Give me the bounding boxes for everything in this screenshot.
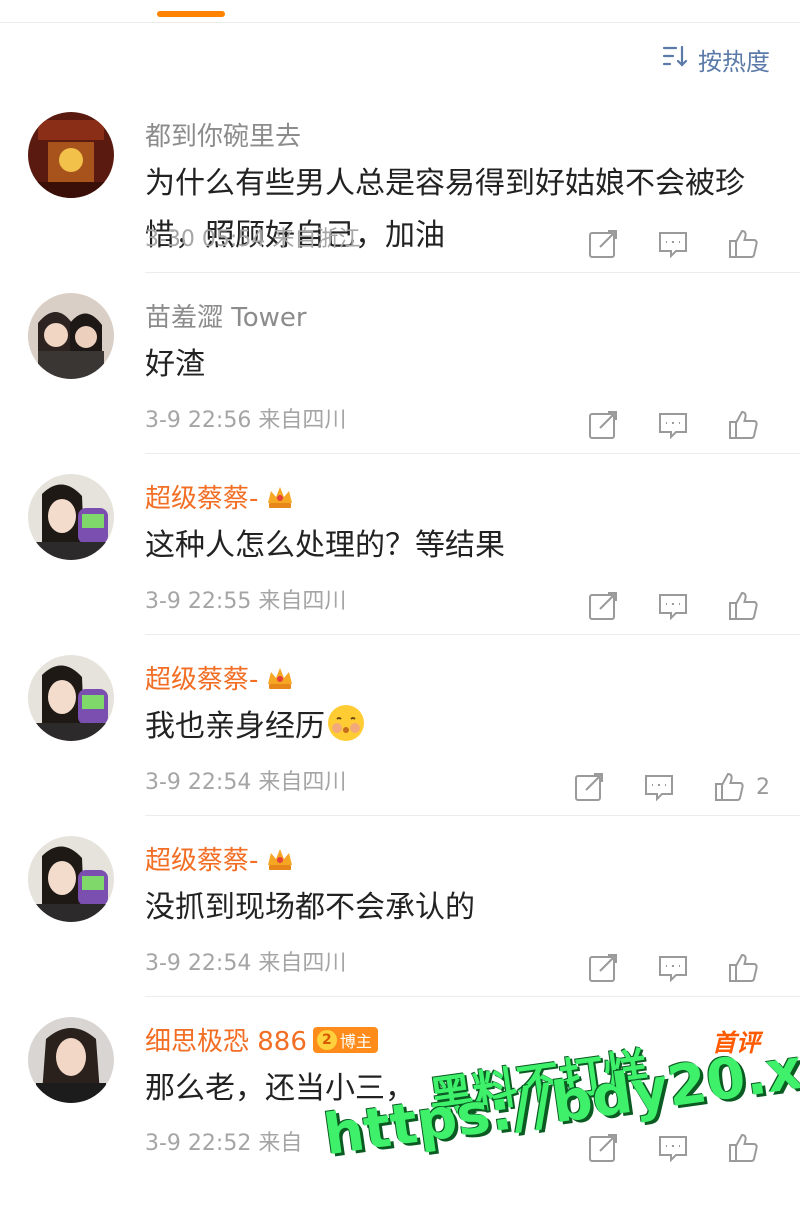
like-button[interactable] bbox=[726, 227, 770, 261]
comment-icon bbox=[656, 589, 690, 623]
comment-meta: 3-9 22:55 来自四川 bbox=[145, 589, 347, 614]
comment-item: 超级蔡蔡- 没抓到现场都不会承认的 3-9 22:54 来自四川 bbox=[0, 816, 800, 997]
reply-button[interactable] bbox=[656, 227, 690, 261]
comment-text: 我也亲身经历 bbox=[145, 701, 785, 753]
share-button[interactable] bbox=[586, 951, 620, 985]
avatar[interactable] bbox=[28, 836, 114, 922]
first-comment-label: 首评 bbox=[712, 1029, 760, 1057]
comment-item: 超级蔡蔡- 我也亲身经历 3-9 22:54 来自四川 2 bbox=[0, 635, 800, 816]
like-count: 2 bbox=[756, 774, 770, 800]
comment-icon bbox=[656, 227, 690, 261]
like-button[interactable] bbox=[726, 408, 770, 442]
reply-button[interactable] bbox=[656, 589, 690, 623]
comment-actions bbox=[586, 227, 770, 261]
comment-text-content: 我也亲身经历 bbox=[145, 709, 325, 744]
username[interactable]: 苗羞澀 Tower bbox=[145, 297, 307, 334]
avatar[interactable] bbox=[28, 474, 114, 560]
like-button[interactable] bbox=[726, 589, 770, 623]
comment-meta: 3-9 22:54 来自四川 bbox=[145, 951, 347, 976]
username[interactable]: 细思极恐 886 2 博主 bbox=[145, 1021, 378, 1058]
username-text[interactable]: 细思极恐 886 bbox=[145, 1021, 307, 1058]
username-text[interactable]: 苗羞澀 Tower bbox=[145, 297, 307, 334]
share-button[interactable] bbox=[586, 227, 620, 261]
reply-button[interactable] bbox=[656, 1131, 690, 1165]
username[interactable]: 都到你碗里去 bbox=[145, 116, 301, 153]
comment-actions bbox=[586, 1131, 770, 1165]
author-badge: 2 博主 bbox=[312, 1026, 378, 1053]
thumbs-up-icon bbox=[726, 951, 760, 985]
username-text[interactable]: 超级蔡蔡- bbox=[145, 840, 258, 877]
vip-crown-icon bbox=[264, 481, 296, 513]
comment-actions bbox=[586, 951, 770, 985]
share-button[interactable] bbox=[572, 770, 606, 804]
like-button[interactable]: 2 bbox=[712, 770, 770, 804]
username[interactable]: 超级蔡蔡- bbox=[145, 478, 296, 515]
share-icon bbox=[586, 589, 620, 623]
comment-icon bbox=[656, 408, 690, 442]
username[interactable]: 超级蔡蔡- bbox=[145, 659, 296, 696]
comment-meta: 3-30 05:54 来自浙江 bbox=[145, 227, 361, 252]
like-button[interactable] bbox=[726, 951, 770, 985]
comment-meta: 3-9 22:52 来自 bbox=[145, 1131, 303, 1156]
share-icon bbox=[586, 951, 620, 985]
thumbs-up-icon bbox=[712, 770, 746, 804]
share-button[interactable] bbox=[586, 589, 620, 623]
reply-button[interactable] bbox=[656, 408, 690, 442]
comment-icon bbox=[656, 1131, 690, 1165]
comment-text: 没抓到现场都不会承认的 bbox=[145, 890, 475, 925]
like-button[interactable] bbox=[726, 1131, 770, 1165]
comment-meta: 3-9 22:56 来自四川 bbox=[145, 408, 347, 433]
comment-actions: 2 bbox=[572, 770, 770, 804]
comment-item: 细思极恐 886 2 博主 首评 那么老，还当小三， 3-9 22:52 来自 bbox=[0, 997, 800, 1177]
share-icon bbox=[586, 1131, 620, 1165]
share-button[interactable] bbox=[586, 1131, 620, 1165]
share-button[interactable] bbox=[586, 408, 620, 442]
comment-icon bbox=[642, 770, 676, 804]
top-divider bbox=[0, 22, 800, 23]
username-text[interactable]: 超级蔡蔡- bbox=[145, 478, 258, 515]
author-badge-label: 博主 bbox=[339, 1031, 372, 1051]
comment-meta: 3-9 22:54 来自四川 bbox=[145, 770, 347, 795]
thumbs-up-icon bbox=[726, 1131, 760, 1165]
level-icon: 2 bbox=[316, 1029, 337, 1050]
comment-list: 都到你碗里去 为什么有些男人总是容易得到好姑娘不会被珍惜，照顾好自己，加油 3-… bbox=[0, 92, 800, 1177]
thumbs-up-icon bbox=[726, 408, 760, 442]
sort-label: 按热度 bbox=[698, 47, 770, 76]
vip-crown-icon bbox=[264, 843, 296, 875]
vip-crown-icon bbox=[264, 662, 296, 694]
share-icon bbox=[572, 770, 606, 804]
username-text[interactable]: 超级蔡蔡- bbox=[145, 659, 258, 696]
username-text[interactable]: 都到你碗里去 bbox=[145, 116, 301, 153]
comment-text: 好渣 bbox=[145, 347, 205, 382]
comment-item: 超级蔡蔡- 这种人怎么处理的？等结果 3-9 22:55 来自四川 bbox=[0, 454, 800, 635]
comment-actions bbox=[586, 589, 770, 623]
reply-button[interactable] bbox=[656, 951, 690, 985]
reply-button[interactable] bbox=[642, 770, 676, 804]
thumbs-up-icon bbox=[726, 589, 760, 623]
comment-item: 都到你碗里去 为什么有些男人总是容易得到好姑娘不会被珍惜，照顾好自己，加油 3-… bbox=[0, 92, 800, 273]
sort-icon bbox=[662, 43, 688, 75]
comment-text: 那么老，还当小三， bbox=[145, 1071, 415, 1106]
shy-emoji-icon bbox=[325, 705, 367, 744]
comment-icon bbox=[656, 951, 690, 985]
comment-text: 这种人怎么处理的？等结果 bbox=[145, 528, 505, 563]
active-tab-indicator bbox=[157, 11, 225, 17]
avatar[interactable] bbox=[28, 655, 114, 741]
avatar[interactable] bbox=[28, 112, 114, 198]
avatar[interactable] bbox=[28, 293, 114, 379]
sort-by-heat-button[interactable]: 按热度 bbox=[662, 43, 770, 76]
comment-item: 苗羞澀 Tower 好渣 3-9 22:56 来自四川 bbox=[0, 273, 800, 454]
username[interactable]: 超级蔡蔡- bbox=[145, 840, 296, 877]
share-icon bbox=[586, 227, 620, 261]
comment-actions bbox=[586, 408, 770, 442]
avatar[interactable] bbox=[28, 1017, 114, 1103]
share-icon bbox=[586, 408, 620, 442]
thumbs-up-icon bbox=[726, 227, 760, 261]
